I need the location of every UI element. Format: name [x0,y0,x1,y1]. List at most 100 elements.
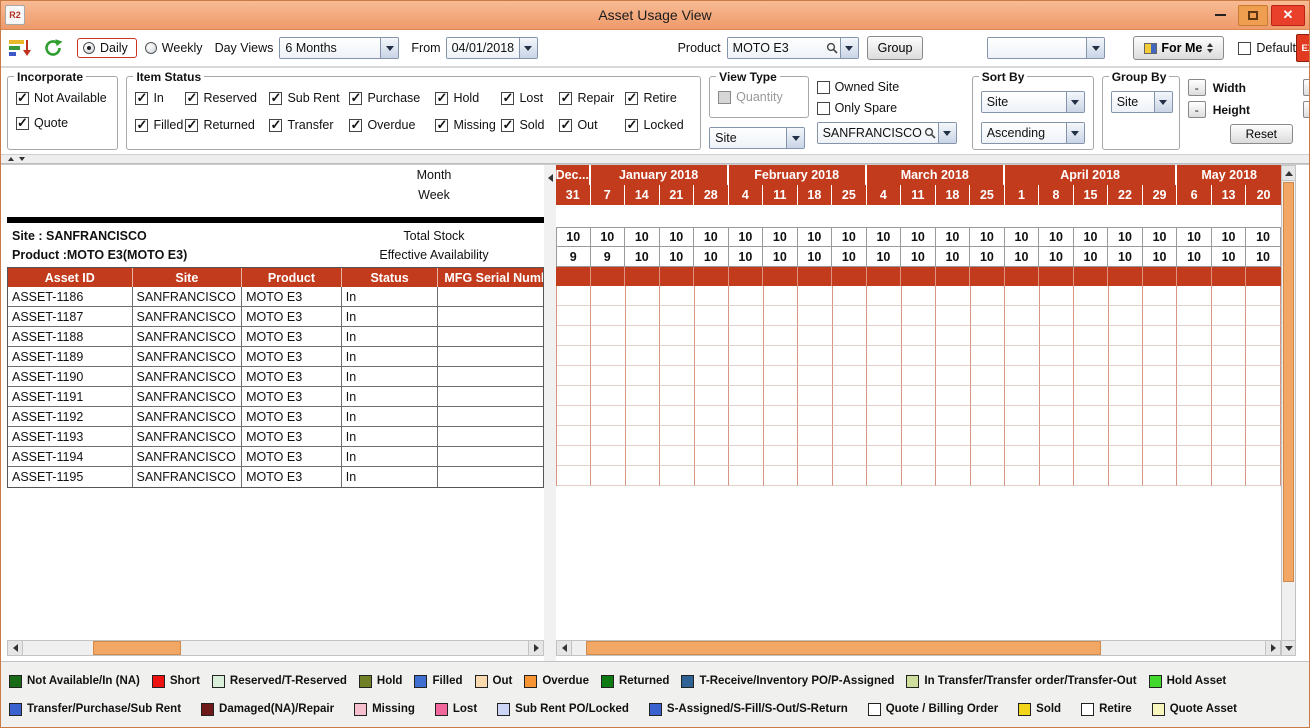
grid-cell[interactable] [902,326,936,346]
default-checkbox-option[interactable]: Default [1238,41,1296,55]
grid-cell[interactable] [557,406,591,426]
grid-cell[interactable] [626,446,660,466]
grid-cell[interactable] [971,366,1005,386]
grid-cell[interactable] [1109,286,1143,306]
checkbox-box[interactable] [269,92,282,105]
grid-cell[interactable] [833,466,867,486]
grid-cell[interactable] [1074,446,1108,466]
checkbox-box[interactable] [135,119,148,132]
grid-cell[interactable] [1040,386,1074,406]
grid-cell[interactable] [626,306,660,326]
grid-cell[interactable] [557,386,591,406]
grid-cell[interactable] [1212,426,1246,446]
vertical-scrollbar[interactable] [1281,165,1296,656]
table-row[interactable]: ASSET-1191SANFRANCISCOMOTO E3In [8,387,543,407]
column-header-status[interactable]: Status [342,268,439,287]
checkbox-box[interactable] [16,117,29,130]
month-header-april-2018[interactable]: April 2018 [1005,165,1178,185]
checkbox-overdue[interactable]: Overdue [349,118,435,132]
week-header[interactable]: 25 [832,185,867,205]
grid-cell[interactable] [591,386,625,406]
grid-cell[interactable] [591,286,625,306]
week-header[interactable]: 4 [729,185,764,205]
grid-cell[interactable] [798,326,832,346]
grid-cell[interactable] [902,446,936,466]
grid-cell[interactable] [1177,346,1211,366]
grid-cell[interactable] [1074,426,1108,446]
grid-cell[interactable] [1177,386,1211,406]
table-row[interactable]: ASSET-1192SANFRANCISCOMOTO E3In [8,407,543,427]
grid-cell[interactable] [695,466,729,486]
grid-cell[interactable] [1212,306,1246,326]
month-header-dec[interactable]: Dec... [556,165,591,185]
grid-cell[interactable] [1074,386,1108,406]
height-decrease-button[interactable]: - [1188,101,1206,118]
grid-cell[interactable] [1246,306,1280,326]
checkbox-box[interactable] [269,119,282,132]
scrollbar-thumb[interactable] [1283,182,1294,582]
grid-cell[interactable] [1246,286,1280,306]
checkbox-box[interactable] [625,92,638,105]
grid-cell[interactable] [1177,406,1211,426]
daily-radio-option[interactable]: Daily [77,38,137,58]
grid-cell[interactable] [1005,286,1039,306]
grid-cell[interactable] [1005,326,1039,346]
default-checkbox[interactable] [1238,42,1251,55]
day-views-select[interactable]: 6 Months [279,37,399,59]
table-row[interactable]: ASSET-1186SANFRANCISCOMOTO E3In [8,287,543,307]
grid-cell[interactable] [764,346,798,366]
grid-cell[interactable] [936,366,970,386]
exit-button[interactable]: EXIT [1296,34,1310,62]
grid-cell[interactable] [1177,306,1211,326]
grid-cell[interactable] [971,326,1005,346]
grid-cell[interactable] [867,426,901,446]
scroll-right-icon[interactable] [528,641,543,655]
grid-cell[interactable] [1040,406,1074,426]
grid-cell[interactable] [971,426,1005,446]
grid-cell[interactable] [660,446,694,466]
right-horizontal-scrollbar[interactable] [556,640,1281,656]
grid-cell[interactable] [1005,406,1039,426]
grid-cell[interactable] [1212,466,1246,486]
grid-cell[interactable] [557,286,591,306]
grid-cell[interactable] [1109,446,1143,466]
grid-cell[interactable] [833,366,867,386]
grid-cell[interactable] [902,346,936,366]
grid-cell[interactable] [557,326,591,346]
grid-cell[interactable] [936,326,970,346]
week-header[interactable]: 21 [660,185,695,205]
grid-cell[interactable] [798,446,832,466]
week-header[interactable]: 11 [763,185,798,205]
sort-field-select[interactable]: Site [981,91,1085,113]
search-icon[interactable] [922,123,938,143]
checkbox-returned[interactable]: Returned [185,118,269,132]
checkbox-box[interactable] [435,92,448,105]
weekly-radio[interactable] [145,42,157,54]
week-header[interactable]: 20 [1246,185,1281,205]
grid-cell[interactable] [626,366,660,386]
maximize-button[interactable] [1238,5,1268,26]
grid-cell[interactable] [1177,286,1211,306]
grid-cell[interactable] [1212,346,1246,366]
grid-cell[interactable] [1040,346,1074,366]
checkbox-sold[interactable]: Sold [501,118,559,132]
month-header-january-2018[interactable]: January 2018 [591,165,729,185]
checkbox-box[interactable] [625,119,638,132]
reset-button[interactable]: Reset [1230,124,1293,144]
grid-cell[interactable] [695,426,729,446]
grid-cell[interactable] [1177,466,1211,486]
vertical-splitter[interactable] [544,165,556,661]
grid-cell[interactable] [867,346,901,366]
grid-cell[interactable] [867,366,901,386]
grid-cell[interactable] [1177,426,1211,446]
checkbox-lost[interactable]: Lost [501,91,559,105]
column-header-mfg-serial-number[interactable]: MFG Serial Number [438,268,543,287]
chevron-down-icon[interactable] [938,123,956,143]
grid-cell[interactable] [1109,406,1143,426]
grid-cell[interactable] [1005,366,1039,386]
checkbox-hold[interactable]: Hold [435,91,501,105]
checkbox-missing[interactable]: Missing [435,118,501,132]
grid-cell[interactable] [591,346,625,366]
grid-cell[interactable] [1005,346,1039,366]
grid-cell[interactable] [1074,306,1108,326]
